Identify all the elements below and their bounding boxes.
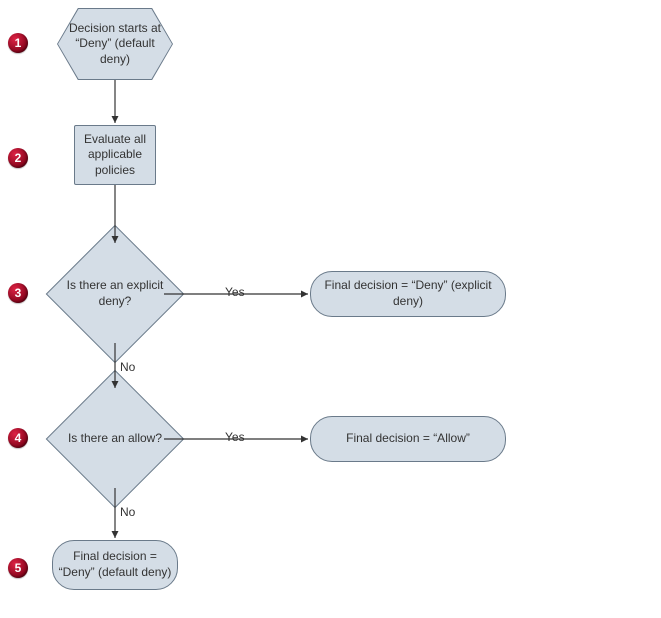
- edge-no-2: No: [120, 505, 135, 519]
- edge-no-1: No: [120, 360, 135, 374]
- explicit-deny-decision: Is there an explicit deny?: [66, 245, 164, 343]
- edge-yes-2: Yes: [225, 430, 245, 444]
- edge-yes-1: Yes: [225, 285, 245, 299]
- evaluate-node: Evaluate all applicable policies: [74, 125, 156, 185]
- final-explicit-deny-node: Final decision = “Deny” (explicit deny): [310, 271, 506, 317]
- evaluate-node-label: Evaluate all applicable policies: [79, 132, 151, 179]
- final-explicit-deny-label: Final decision = “Deny” (explicit deny): [315, 278, 501, 309]
- allow-decision: Is there an allow?: [66, 390, 164, 488]
- step-badge-1: 1: [8, 33, 28, 53]
- explicit-deny-label: Is there an explicit deny?: [66, 245, 164, 343]
- start-node-label: Decision starts at “Deny” (default deny): [58, 9, 172, 79]
- final-default-deny-label: Final decision = “Deny” (default deny): [57, 549, 173, 580]
- start-node: Decision starts at “Deny” (default deny): [57, 8, 173, 80]
- final-allow-node: Final decision = “Allow”: [310, 416, 506, 462]
- allow-decision-label: Is there an allow?: [66, 390, 164, 488]
- final-allow-label: Final decision = “Allow”: [346, 431, 470, 447]
- step-badge-3: 3: [8, 283, 28, 303]
- final-default-deny-node: Final decision = “Deny” (default deny): [52, 540, 178, 590]
- step-badge-5: 5: [8, 558, 28, 578]
- step-badge-4: 4: [8, 428, 28, 448]
- step-badge-2: 2: [8, 148, 28, 168]
